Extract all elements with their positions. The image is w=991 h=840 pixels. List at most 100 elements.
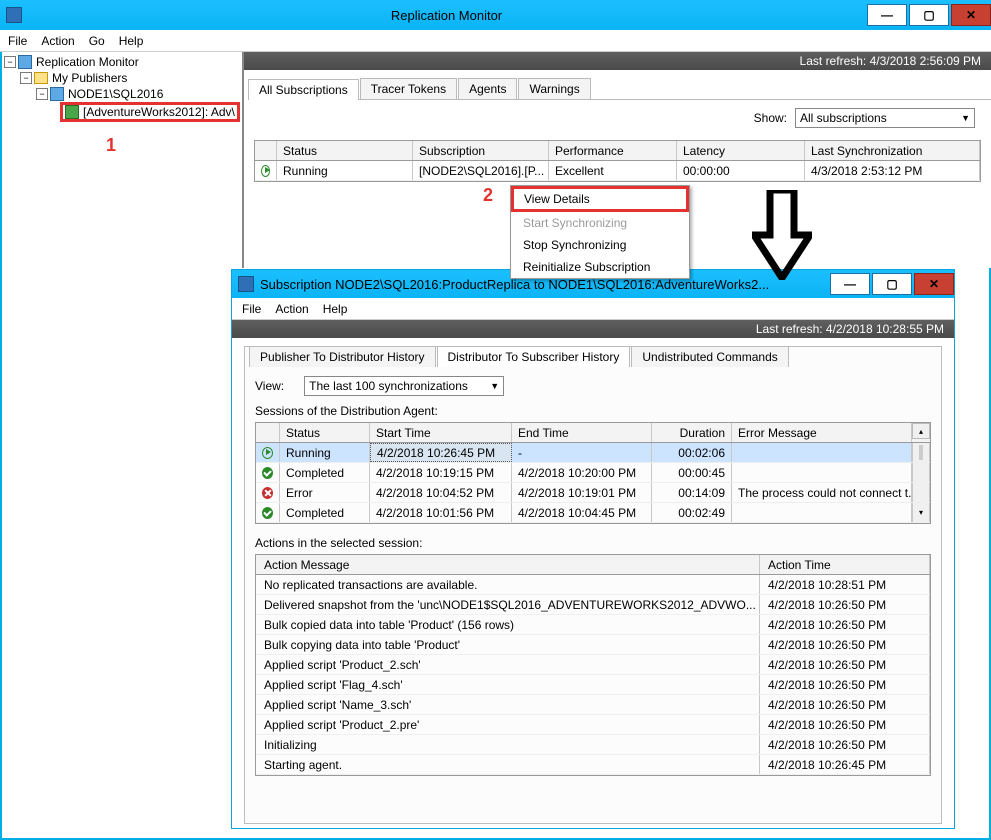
tab-agents[interactable]: Agents [458,78,517,99]
col-performance[interactable]: Performance [549,141,677,160]
col-icon[interactable] [255,141,277,160]
sess-status: Completed [280,503,370,522]
tree-pane[interactable]: − Replication Monitor − My Publishers − … [0,52,244,268]
action-row[interactable]: No replicated transactions are available… [256,575,930,595]
tree-node1[interactable]: NODE1\SQL2016 [68,87,163,101]
sess-start: 4/2/2018 10:19:15 PM [370,463,512,482]
sess-status: Error [280,483,370,502]
context-menu: View Details Start Synchronizing Stop Sy… [510,185,690,279]
session-row[interactable]: Completed4/2/2018 10:19:15 PM4/2/2018 10… [256,463,930,483]
ctx-reinit[interactable]: Reinitialize Subscription [511,256,689,278]
chevron-down-icon: ▼ [490,381,499,391]
action-row[interactable]: Applied script 'Product_2.sch'4/2/2018 1… [256,655,930,675]
action-row[interactable]: Starting agent.4/2/2018 10:26:45 PM [256,755,930,775]
view-select[interactable]: The last 100 synchronizations ▼ [304,376,504,396]
menu-action[interactable]: Action [41,34,74,48]
action-row[interactable]: Applied script 'Product_2.pre'4/2/2018 1… [256,715,930,735]
subscription-row[interactable]: Running [NODE2\SQL2016].[P... Excellent … [255,161,980,181]
col-last-sync[interactable]: Last Synchronization [805,141,980,160]
session-row[interactable]: Running4/2/2018 10:26:45 PM-00:02:06 [256,443,930,463]
menu-help[interactable]: Help [323,302,348,316]
sess-duration: 00:02:06 [652,443,732,462]
scroll-up-icon[interactable]: ▴ [912,423,930,439]
tab-all-subscriptions[interactable]: All Subscriptions [248,79,359,100]
show-label: Show: [754,111,787,125]
row-latency: 00:00:00 [677,161,805,180]
menu-file[interactable]: File [8,34,27,48]
menu-file[interactable]: File [242,302,261,316]
action-row[interactable]: Applied script 'Name_3.sch'4/2/2018 10:2… [256,695,930,715]
callout-2: 2 [483,185,493,206]
action-msg: Applied script 'Flag_4.sch' [256,675,760,694]
action-time: 4/2/2018 10:26:50 PM [760,595,930,614]
subscriptions-grid[interactable]: Status Subscription Performance Latency … [254,140,981,182]
col-action-time[interactable]: Action Time [760,555,930,574]
menu-help[interactable]: Help [119,34,144,48]
running-icon [261,165,270,177]
menu-action[interactable]: Action [275,302,308,316]
menu-go[interactable]: Go [89,34,105,48]
show-select[interactable]: All subscriptions ▼ [795,108,975,128]
col-status[interactable]: Status [280,423,370,442]
tab-dist-to-sub[interactable]: Distributor To Subscriber History [437,346,631,367]
action-row[interactable]: Bulk copying data into table 'Product'4/… [256,635,930,655]
actions-grid[interactable]: Action Message Action Time No replicated… [255,554,931,776]
col-start[interactable]: Start Time [370,423,512,442]
ctx-view-details[interactable]: View Details [511,186,689,212]
minimize-button[interactable]: — [830,273,870,295]
sessions-grid[interactable]: Status Start Time End Time Duration Erro… [255,422,931,524]
tab-undistributed[interactable]: Undistributed Commands [631,346,788,367]
tab-tracer-tokens[interactable]: Tracer Tokens [360,78,457,99]
action-time: 4/2/2018 10:26:50 PM [760,635,930,654]
server-icon [50,87,64,101]
action-row[interactable]: Delivered snapshot from the 'unc\NODE1$S… [256,595,930,615]
folder-icon [34,72,48,84]
ctx-stop-sync[interactable]: Stop Synchronizing [511,234,689,256]
callout-1: 1 [106,135,116,156]
session-row[interactable]: Error4/2/2018 10:04:52 PM4/2/2018 10:19:… [256,483,930,503]
col-end[interactable]: End Time [512,423,652,442]
action-time: 4/2/2018 10:26:50 PM [760,655,930,674]
action-msg: Delivered snapshot from the 'unc\NODE1$S… [256,595,760,614]
action-msg: Applied script 'Name_3.sch' [256,695,760,714]
tree-root[interactable]: Replication Monitor [36,55,139,69]
col-action-msg[interactable]: Action Message [256,555,760,574]
win2-menubar: File Action Help [232,298,954,320]
col-subscription[interactable]: Subscription [413,141,549,160]
collapse-icon[interactable]: − [4,56,16,68]
tab-pub-to-dist[interactable]: Publisher To Distributor History [249,346,436,367]
action-row[interactable]: Bulk copied data into table 'Product' (1… [256,615,930,635]
minimize-button[interactable]: — [867,4,907,26]
close-button[interactable]: ✕ [914,273,954,295]
session-row[interactable]: Completed4/2/2018 10:01:56 PM4/2/2018 10… [256,503,930,523]
win1-title: Replication Monitor [28,8,865,23]
action-row[interactable]: Applied script 'Flag_4.sch'4/2/2018 10:2… [256,675,930,695]
highlighted-publication[interactable]: [AdventureWorks2012]: Adv\ [60,102,240,122]
action-time: 4/2/2018 10:26:50 PM [760,695,930,714]
tree-publishers[interactable]: My Publishers [52,71,127,85]
action-msg: Starting agent. [256,755,760,774]
action-time: 4/2/2018 10:26:45 PM [760,755,930,774]
row-last-sync: 4/3/2018 2:53:12 PM [805,161,980,180]
tree-pub-label: [AdventureWorks2012]: Adv\ [83,105,235,119]
close-button[interactable]: ✕ [951,4,991,26]
tab-warnings[interactable]: Warnings [518,78,590,99]
subscription-tabs: All Subscriptions Tracer Tokens Agents W… [248,78,991,100]
maximize-button[interactable]: ▢ [909,4,949,26]
sess-duration: 00:02:49 [652,503,732,522]
col-icon[interactable] [256,423,280,442]
action-msg: Bulk copying data into table 'Product' [256,635,760,654]
action-time: 4/2/2018 10:26:50 PM [760,735,930,754]
show-value: All subscriptions [800,111,887,125]
col-status[interactable]: Status [277,141,413,160]
maximize-button[interactable]: ▢ [872,273,912,295]
col-duration[interactable]: Duration [652,423,732,442]
col-latency[interactable]: Latency [677,141,805,160]
collapse-icon[interactable]: − [36,88,48,100]
publication-icon [65,105,79,119]
sess-end: - [512,443,652,462]
win1-titlebar[interactable]: Replication Monitor — ▢ ✕ [0,0,991,30]
col-error[interactable]: Error Message [732,423,912,442]
action-row[interactable]: Initializing4/2/2018 10:26:50 PM [256,735,930,755]
collapse-icon[interactable]: − [20,72,32,84]
